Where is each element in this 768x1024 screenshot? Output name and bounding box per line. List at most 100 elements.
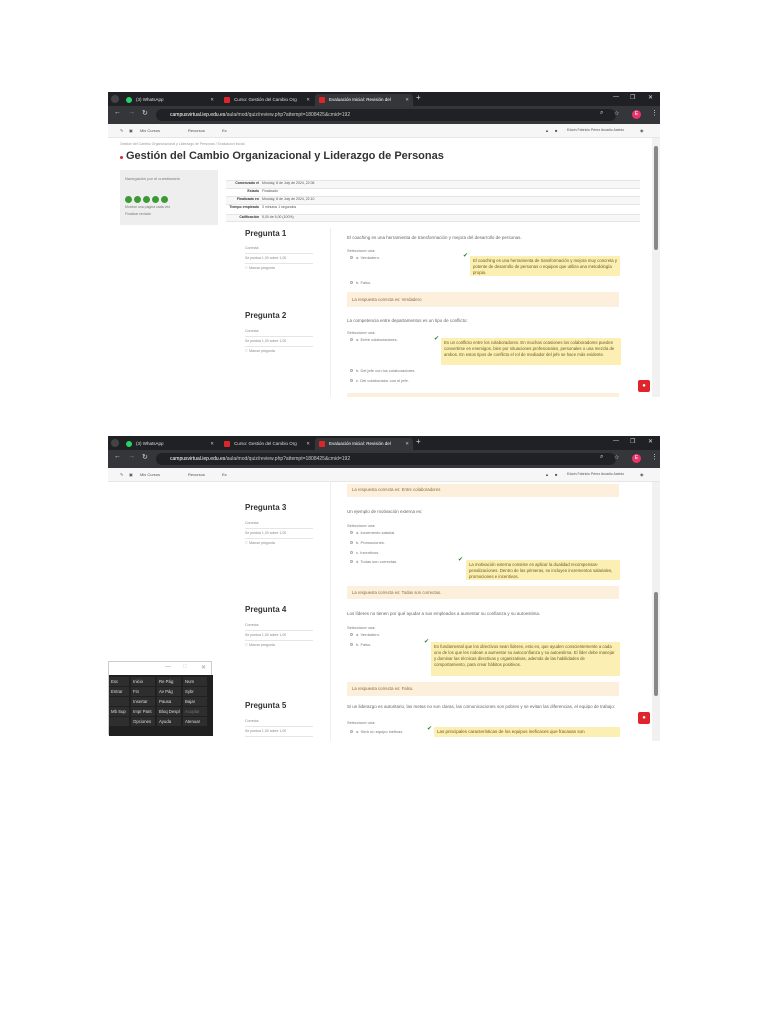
restore-icon[interactable]: ❐ bbox=[630, 438, 635, 445]
flag-question[interactable]: ⚐ Marcar pregunta bbox=[245, 539, 313, 549]
bookmark-star-icon[interactable]: ☆ bbox=[614, 110, 619, 117]
option-b[interactable]: b. Promociones. bbox=[350, 540, 385, 545]
key[interactable]: Inicio bbox=[131, 677, 155, 686]
flag-question[interactable]: ⚐ Marcar pregunta bbox=[245, 641, 313, 651]
bookmark-star-icon[interactable]: ☆ bbox=[614, 454, 619, 461]
tab-evaluacion[interactable]: Evaluación Inicial: Revisión del ✕ bbox=[315, 94, 413, 106]
flag-question[interactable]: ⚐ Marcar pregunta bbox=[245, 264, 313, 274]
user-name[interactable]: Edwin Fabricio Pérez Arcadio Asiedo bbox=[567, 128, 624, 132]
calendar-icon[interactable]: ▣ bbox=[129, 128, 133, 133]
breadcrumb[interactable]: Gestión del Cambio Organizacional y Lide… bbox=[120, 142, 245, 146]
key[interactable]: Entrar bbox=[109, 687, 129, 696]
key[interactable]: Impr Pant bbox=[131, 707, 155, 716]
chat-button[interactable]: ● bbox=[638, 380, 650, 392]
user-avatar[interactable]: ◉ bbox=[640, 128, 644, 133]
close-icon[interactable]: ✕ bbox=[306, 438, 310, 450]
menu-icon[interactable]: ⋮ bbox=[651, 453, 658, 461]
forward-icon[interactable]: → bbox=[128, 109, 135, 116]
option-a[interactable]: a. Verdadero. bbox=[350, 255, 380, 260]
option-a[interactable]: a. Incremento salarial. bbox=[350, 530, 395, 535]
url-input[interactable]: campusvirtual.iep.edu.es/aula/mod/quiz/r… bbox=[156, 453, 616, 465]
key[interactable]: Insertar bbox=[131, 697, 155, 706]
option-b[interactable]: b. Falso. bbox=[350, 280, 371, 285]
option-b[interactable]: b. Del jefe con los colaboradores. bbox=[350, 368, 415, 373]
tab-evaluacion[interactable]: Evaluación Inicial: Revisión del ✕ bbox=[315, 438, 413, 450]
key[interactable]: Acoplar bbox=[183, 707, 207, 716]
key[interactable]: Num bbox=[183, 677, 207, 686]
mis-cursos-menu[interactable]: Mis Cursos bbox=[140, 128, 160, 133]
tab-whatsapp[interactable]: (3) WhatsApp ✕ bbox=[122, 94, 218, 106]
key[interactable] bbox=[109, 717, 129, 726]
mis-cursos-menu[interactable]: Mis Cursos bbox=[140, 472, 160, 477]
tab-curso[interactable]: Curso: Gestión del Cambio Org ✕ bbox=[220, 438, 314, 450]
key[interactable]: Atenuar bbox=[183, 717, 207, 726]
scrollbar[interactable] bbox=[652, 482, 660, 741]
minimize-icon[interactable]: — bbox=[165, 664, 171, 670]
close-window-icon[interactable]: ✕ bbox=[648, 438, 653, 445]
close-window-icon[interactable]: ✕ bbox=[648, 94, 653, 101]
question-1-button[interactable] bbox=[125, 196, 132, 203]
maximize-icon[interactable]: □ bbox=[183, 664, 187, 670]
key[interactable]: Av Pág bbox=[157, 687, 181, 696]
messages-icon[interactable]: ■ bbox=[555, 128, 557, 133]
avatar[interactable]: E bbox=[632, 454, 641, 463]
back-icon[interactable]: ← bbox=[114, 453, 121, 460]
tab-search-icon[interactable] bbox=[111, 95, 119, 103]
user-avatar[interactable]: ◉ bbox=[640, 472, 644, 477]
back-icon[interactable]: ← bbox=[114, 109, 121, 116]
key[interactable]: Re Pág bbox=[157, 677, 181, 686]
key[interactable]: Sybr bbox=[183, 687, 207, 696]
new-tab-icon[interactable]: + bbox=[416, 93, 421, 102]
close-icon[interactable]: ✕ bbox=[405, 94, 409, 106]
calendar-icon[interactable]: ▣ bbox=[129, 472, 133, 477]
option-a[interactable]: a. Entre colaboradores. bbox=[350, 337, 398, 342]
key[interactable]: Pausa bbox=[157, 697, 181, 706]
close-icon[interactable]: ✕ bbox=[405, 438, 409, 450]
notifications-icon[interactable]: ▲ bbox=[545, 472, 549, 477]
question-5-button[interactable] bbox=[161, 196, 168, 203]
recursos-menu[interactable]: Recursos bbox=[188, 472, 205, 477]
notifications-icon[interactable]: ▲ bbox=[545, 128, 549, 133]
new-tab-icon[interactable]: + bbox=[416, 437, 421, 446]
messages-icon[interactable]: ■ bbox=[555, 472, 557, 477]
option-c[interactable]: c. Del colaborador con el jefe. bbox=[350, 378, 409, 383]
close-icon[interactable]: ✕ bbox=[306, 94, 310, 106]
minimize-icon[interactable]: — bbox=[613, 94, 619, 100]
edit-icon[interactable]: ✎ bbox=[120, 472, 123, 477]
option-d[interactable]: d. Todas son correctas. bbox=[350, 559, 397, 564]
avatar[interactable]: E bbox=[632, 110, 641, 119]
zoom-icon[interactable]: ⌕ bbox=[600, 110, 603, 117]
menu-icon[interactable]: ⋮ bbox=[651, 109, 658, 117]
key[interactable]: Fin bbox=[131, 687, 155, 696]
option-b[interactable]: b. Falso. bbox=[350, 642, 371, 647]
finish-review-link[interactable]: Finalizar revisión bbox=[125, 212, 151, 216]
zoom-icon[interactable]: ⌕ bbox=[600, 454, 603, 461]
forward-icon[interactable]: → bbox=[128, 453, 135, 460]
key[interactable]: Bajar bbox=[183, 697, 207, 706]
show-one-page-link[interactable]: Mostrar una página cada vez bbox=[125, 205, 170, 209]
option-c[interactable]: c. Incentivos. bbox=[350, 550, 379, 555]
restore-icon[interactable]: ❐ bbox=[630, 94, 635, 101]
key[interactable]: Ayuda bbox=[157, 717, 181, 726]
key[interactable]: Mb Sup bbox=[109, 707, 129, 716]
tab-curso[interactable]: Curso: Gestión del Cambio Org ✕ bbox=[220, 94, 314, 106]
user-name[interactable]: Edwin Fabricio Pérez Arcadio Asiedo bbox=[567, 472, 624, 476]
close-icon[interactable]: ✕ bbox=[210, 438, 214, 450]
scrollbar[interactable] bbox=[652, 138, 660, 397]
edit-icon[interactable]: ✎ bbox=[120, 128, 123, 133]
recursos-menu[interactable]: Recursos bbox=[188, 128, 205, 133]
flag-question[interactable]: ⚐ Marcar pregunta bbox=[245, 347, 313, 357]
key[interactable] bbox=[109, 697, 129, 706]
option-a[interactable]: a. Será un equipo ineficaz. bbox=[350, 729, 403, 734]
url-input[interactable]: campusvirtual.iep.edu.es/aula/mod/quiz/r… bbox=[156, 109, 616, 121]
question-2-button[interactable] bbox=[134, 196, 141, 203]
tab-whatsapp[interactable]: (3) WhatsApp ✕ bbox=[122, 438, 218, 450]
close-icon[interactable]: ✕ bbox=[201, 664, 206, 671]
scrollbar-thumb[interactable] bbox=[654, 592, 658, 696]
tab-search-icon[interactable] bbox=[111, 439, 119, 447]
chat-button[interactable]: ● bbox=[638, 712, 650, 724]
minimize-icon[interactable]: — bbox=[613, 438, 619, 444]
key[interactable]: Opciones bbox=[131, 717, 155, 726]
key[interactable]: Esc bbox=[109, 677, 129, 686]
reload-icon[interactable]: ↻ bbox=[142, 109, 148, 117]
